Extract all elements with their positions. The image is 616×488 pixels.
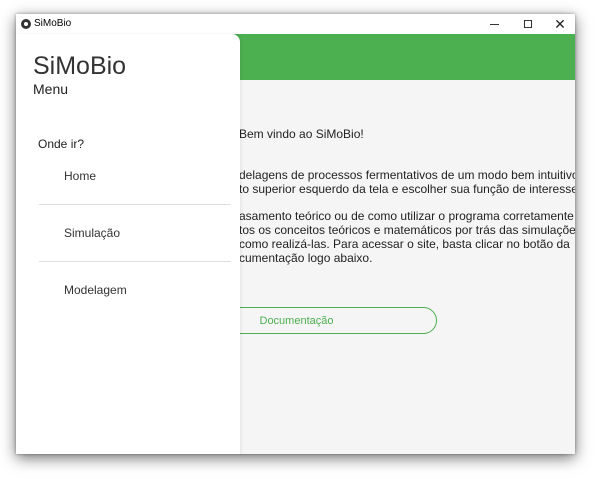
divider <box>39 204 231 205</box>
drawer-subtitle: Menu <box>33 81 69 97</box>
nav-item-home[interactable]: Home <box>64 169 96 183</box>
welcome-text: Bem vindo ao SiMoBio! <box>239 127 364 141</box>
nav-item-modelagem[interactable]: Modelagem <box>64 283 127 297</box>
paragraph-line: to superior esquerdo da tela e escolher … <box>239 182 575 196</box>
paragraph-line: como realizá-las. Para acessar o site, b… <box>239 237 570 251</box>
title-bar[interactable]: SiMoBio ✕ <box>16 14 575 34</box>
nav-item-simulacao[interactable]: Simulação <box>64 226 120 240</box>
drawer-section-label: Onde ir? <box>38 137 85 151</box>
intro-paragraph: delagens de processos fermentativos de u… <box>239 168 575 196</box>
maximize-button[interactable] <box>511 14 545 34</box>
minimize-icon <box>489 23 499 25</box>
documentation-paragraph: asamento teórico ou de como utilizar o p… <box>239 209 575 265</box>
drawer-title: SiMoBio <box>33 52 127 80</box>
app-window: SiMoBio ✕ Bem vindo ao SiMoBio! delagens… <box>16 14 575 454</box>
app-icon <box>21 19 31 29</box>
maximize-icon <box>524 20 532 28</box>
close-button[interactable]: ✕ <box>543 14 575 34</box>
paragraph-line: delagens de processos fermentativos de u… <box>239 168 575 182</box>
paragraph-line: tos os conceitos teóricos e matemáticos … <box>239 223 575 237</box>
divider <box>39 261 231 262</box>
paragraph-line: asamento teórico ou de como utilizar o p… <box>239 209 575 223</box>
minimize-button[interactable] <box>477 14 511 34</box>
paragraph-line: cumentação logo abaixo. <box>239 251 373 265</box>
close-icon: ✕ <box>554 15 566 32</box>
navigation-drawer: SiMoBio Menu Onde ir? Home Simulação Mod… <box>16 34 240 454</box>
window-title: SiMoBio <box>34 18 72 29</box>
